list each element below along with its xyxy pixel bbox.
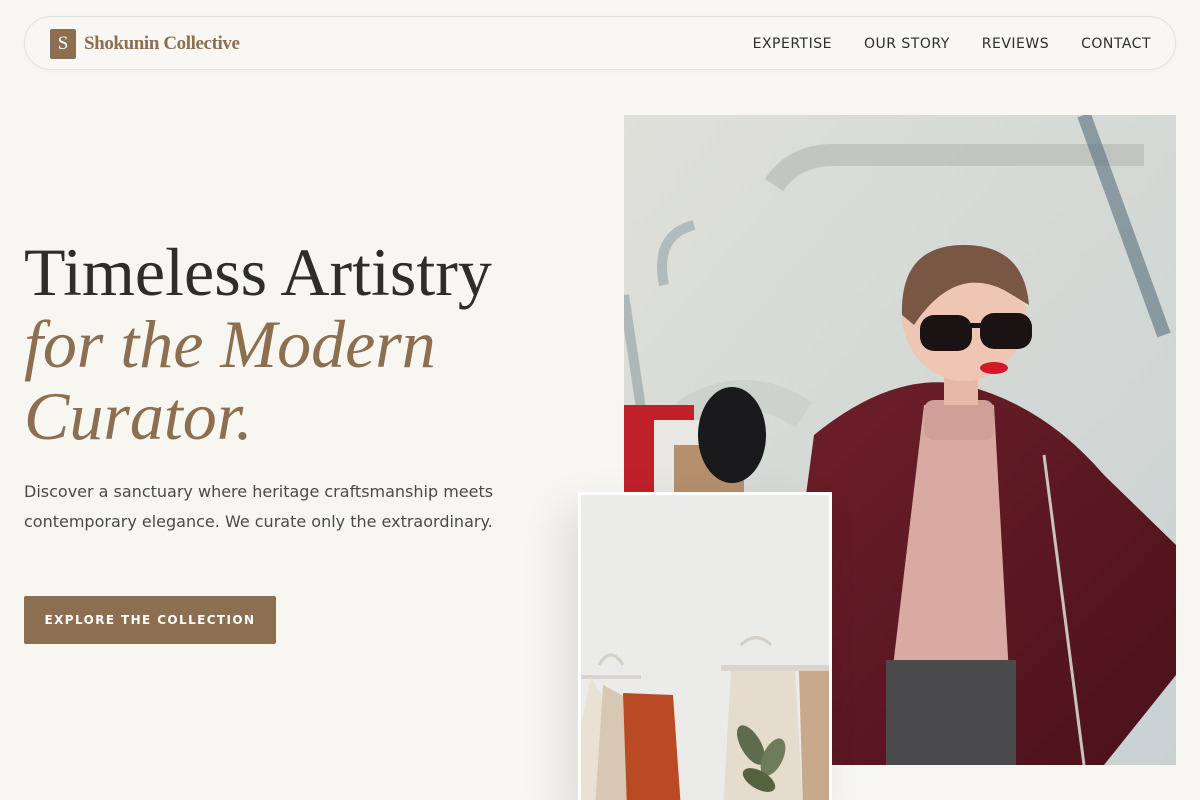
hero-title-line-1: Timeless Artistry (24, 234, 492, 310)
hero-description: Discover a sanctuary where heritage craf… (24, 482, 494, 531)
page: S Shokunin Collective EXPERTISE OUR STOR… (0, 0, 1200, 800)
nav-item-contact[interactable]: CONTACT (1081, 36, 1151, 52)
main-nav: EXPERTISE OUR STORY REVIEWS CONTACT (721, 17, 1151, 71)
hero-title-line-2: for the Modern (24, 306, 436, 382)
nav-item-expertise[interactable]: EXPERTISE (753, 36, 832, 52)
hero-title-line-3: Curator. (24, 378, 253, 454)
nav-item-reviews[interactable]: REVIEWS (982, 36, 1049, 52)
clothing-rack-illustration (581, 495, 829, 800)
brand-name[interactable]: Shokunin Collective (84, 31, 240, 57)
logo-mark[interactable]: S (50, 29, 76, 59)
site-header: S Shokunin Collective EXPERTISE OUR STOR… (24, 16, 1176, 70)
explore-collection-button[interactable]: EXPLORE THE COLLECTION (24, 596, 276, 644)
nav-item-our-story[interactable]: OUR STORY (864, 36, 950, 52)
hero-title: Timeless Artistry for the Modern Curator… (24, 236, 604, 452)
hero-secondary-image (578, 492, 832, 800)
